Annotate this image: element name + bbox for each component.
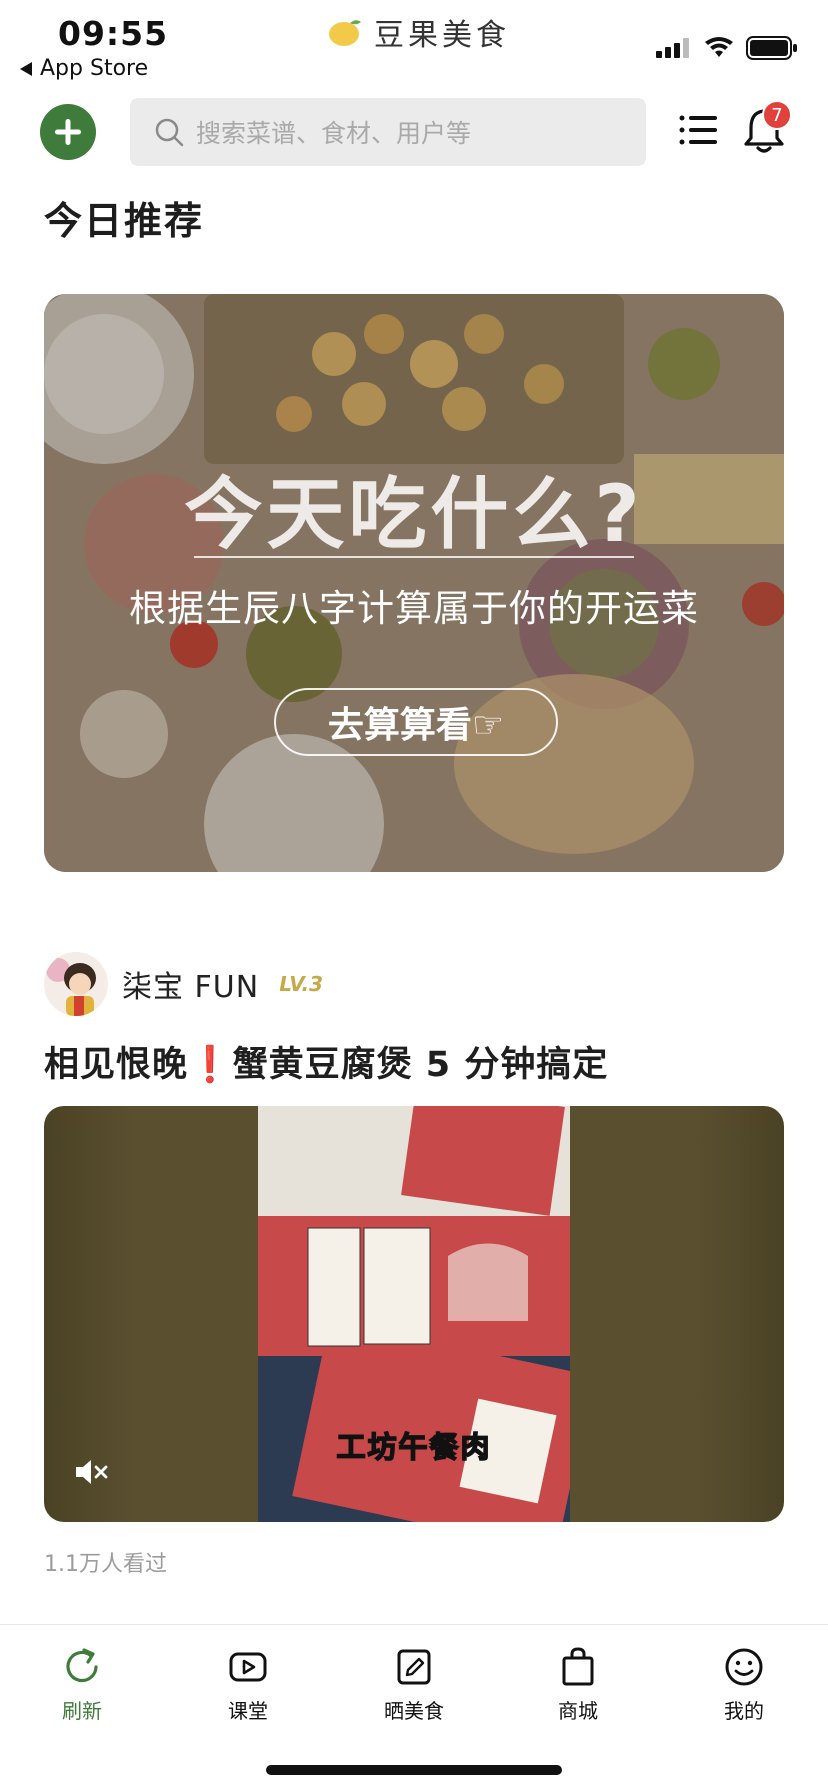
section-title: 今日推荐 [44, 199, 205, 243]
edit-icon [397, 1649, 431, 1685]
top-header: 搜索菜谱、食材、用户等 [0, 96, 828, 168]
post-title-part1: 相见恨晚 [44, 1045, 189, 1085]
tab-label: 刷新 [62, 1699, 102, 1723]
smiley-icon [725, 1648, 763, 1686]
menu-icon[interactable] [678, 110, 718, 150]
post-author[interactable]: 柒宝 FUN LV.3 [44, 952, 323, 1016]
author-level-badge: LV.3 [279, 972, 324, 996]
avatar-image [44, 952, 108, 1016]
calculate-button[interactable]: 去算算看☞ [274, 688, 558, 756]
cellular-signal-icon [656, 38, 689, 58]
plus-icon [55, 119, 81, 145]
video-caption: 工坊午餐肉 [336, 1429, 492, 1465]
play-icon [229, 1652, 267, 1682]
battery-icon [746, 36, 797, 60]
exclamation-icon: ❗ [188, 1045, 233, 1085]
post-title-part2: 蟹黄豆腐煲 5 分钟搞定 [232, 1045, 609, 1085]
mute-icon[interactable] [74, 1456, 110, 1488]
banner-subtitle: 根据生辰八字计算属于你的开运菜 [129, 587, 699, 630]
banner-title: 今天吃什么? [184, 470, 644, 560]
status-time: 09:55 [58, 14, 169, 53]
view-count: 1.1万人看过 [44, 1552, 167, 1577]
tab-mine[interactable]: 我的 [684, 1645, 804, 1724]
banner-divider [194, 556, 634, 558]
tab-mall[interactable]: 商城 [518, 1645, 638, 1724]
back-to-app-store[interactable]: App Store [20, 56, 148, 81]
bag-icon [562, 1647, 594, 1686]
tab-label: 我的 [724, 1699, 764, 1723]
search-placeholder: 搜索菜谱、食材、用户等 [196, 119, 472, 148]
tab-refresh[interactable]: 刷新 [22, 1645, 142, 1724]
wifi-icon [705, 37, 733, 57]
add-button[interactable] [40, 104, 96, 160]
video-frame: 工坊午餐肉 [258, 1106, 570, 1522]
post-title[interactable]: 相见恨晚❗蟹黄豆腐煲 5 分钟搞定 [44, 1036, 608, 1087]
app-logo-icon [329, 20, 361, 46]
tab-label: 课堂 [228, 1699, 268, 1723]
app-name: 豆果美食 [374, 18, 510, 53]
status-bar: 09:55 App Store 豆果美食 [0, 0, 828, 90]
tab-class[interactable]: 课堂 [188, 1645, 308, 1724]
back-app-label: App Store [40, 56, 149, 81]
tab-label: 商城 [558, 1699, 598, 1723]
search-input[interactable]: 搜索菜谱、食材、用户等 [130, 98, 646, 166]
notification-badge: 7 [762, 100, 792, 130]
refresh-icon [66, 1648, 98, 1683]
search-icon [155, 118, 184, 147]
video-player[interactable]: 工坊午餐肉 [44, 1106, 784, 1522]
back-arrow-icon [20, 61, 32, 76]
avatar[interactable] [44, 952, 108, 1016]
author-name[interactable]: 柒宝 FUN [122, 962, 259, 1006]
app-brand: 豆果美食 [328, 10, 510, 54]
tab-label: 晒美食 [384, 1699, 444, 1723]
recommend-banner[interactable]: 今天吃什么? 根据生辰八字计算属于你的开运菜 去算算看☞ [44, 294, 784, 872]
home-indicator[interactable] [266, 1765, 562, 1775]
status-icons [656, 36, 798, 60]
tab-share-food[interactable]: 晒美食 [354, 1645, 474, 1724]
